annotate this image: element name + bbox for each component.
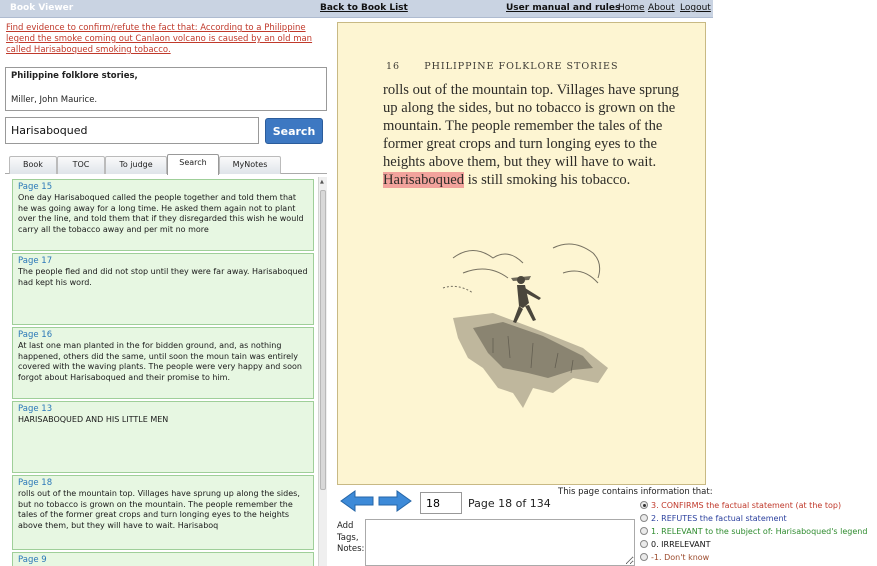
user-manual-link[interactable]: User manual and rules (506, 3, 620, 13)
page-text-after: is still smoking his tobacco. (464, 172, 631, 189)
radio-icon[interactable] (640, 514, 648, 522)
scroll-thumb[interactable] (320, 190, 326, 490)
radio-icon[interactable] (640, 553, 648, 561)
tab-book[interactable]: Book (9, 156, 57, 174)
list-item[interactable]: Page 17 The people fled and did not stop… (12, 253, 314, 325)
logout-link[interactable]: Logout (680, 3, 711, 13)
option-refutes[interactable]: 2. REFUTES the factual statement (640, 514, 787, 523)
judgement-prompt: This page contains information that: (558, 487, 713, 497)
back-to-book-list-link[interactable]: Back to Book List (320, 3, 408, 13)
list-item[interactable]: Page 13 HARISABOQUED AND HIS LITTLE MEN (12, 401, 314, 473)
list-item[interactable]: Page 16 At last one man planted in the f… (12, 327, 314, 399)
option-confirms[interactable]: 3. CONFIRMS the factual statement (at th… (640, 501, 841, 510)
radio-icon[interactable] (640, 527, 648, 535)
scroll-up-icon[interactable]: ▲ (320, 179, 324, 185)
option-label: -1. Don't know (651, 553, 710, 562)
task-statement[interactable]: Find evidence to confirm/refute the fact… (6, 23, 328, 56)
home-link[interactable]: Home (618, 3, 645, 13)
sidebar-tabs: Book TOC To judge Search MyNotes (5, 154, 327, 175)
option-label: 1. RELEVANT to the subject of: Harisaboq… (651, 527, 868, 536)
about-link[interactable]: About (648, 3, 675, 13)
book-page-view: 16 PHILIPPINE FOLKLORE STORIES rolls out… (337, 22, 706, 485)
radio-icon[interactable] (640, 540, 648, 548)
book-author: Miller, John Maurice. (11, 95, 98, 105)
tab-search[interactable]: Search (167, 154, 219, 175)
tab-to-judge[interactable]: To judge (105, 156, 167, 174)
option-relevant[interactable]: 1. RELEVANT to the subject of: Harisaboq… (640, 527, 867, 536)
page-number: 16 (386, 61, 401, 72)
result-page-link[interactable]: Page 16 (18, 330, 308, 341)
running-head: 16 PHILIPPINE FOLKLORE STORIES (386, 61, 619, 72)
result-page-link[interactable]: Page 9 (18, 555, 308, 566)
notes-label: Add Tags, Notes: (337, 521, 365, 554)
option-irrelevant[interactable]: 0. IRRELEVANT (640, 540, 711, 549)
result-snippet: One day Harisaboqued called the people t… (18, 193, 304, 234)
page-text: rolls out of the mountain top. Villages … (383, 81, 693, 190)
page-number-input[interactable] (420, 492, 462, 514)
list-item[interactable]: Page 18 rolls out of the mountain top. V… (12, 475, 314, 550)
radio-icon[interactable] (640, 501, 648, 509)
page-count: Page 18 of 134 (468, 497, 551, 510)
result-snippet: rolls out of the mountain top. Villages … (18, 489, 300, 530)
result-page-link[interactable]: Page 18 (18, 478, 308, 489)
book-title: Philippine folklore stories, (11, 71, 138, 81)
option-label: 0. IRRELEVANT (651, 540, 711, 549)
search-highlight: Harisaboqued (383, 172, 465, 189)
result-page-link[interactable]: Page 15 (18, 182, 308, 193)
option-label: 2. REFUTES the factual statement (651, 514, 787, 523)
page-text-before: rolls out of the mountain top. Villages … (383, 82, 679, 171)
result-snippet: HARISABOQUED AND HIS LITTLE MEN (18, 415, 169, 424)
running-title: PHILIPPINE FOLKLORE STORIES (424, 61, 619, 72)
result-snippet: The people fled and did not stop until t… (18, 267, 308, 287)
search-input[interactable] (5, 117, 259, 144)
previous-page-arrow-icon[interactable] (340, 490, 374, 512)
result-snippet: At last one man planted in the for bidde… (18, 341, 302, 382)
option-dont-know[interactable]: -1. Don't know (640, 553, 709, 562)
tab-toc[interactable]: TOC (57, 156, 105, 174)
tab-mynotes[interactable]: MyNotes (219, 156, 281, 174)
option-label: 3. CONFIRMS the factual statement (at th… (651, 501, 842, 510)
next-page-arrow-icon[interactable] (378, 490, 412, 512)
man-on-rock-illustration-icon (442, 243, 608, 408)
result-page-link[interactable]: Page 17 (18, 256, 308, 267)
search-results-list: Page 15 One day Harisaboqued called the … (10, 177, 318, 566)
app-title: Book Viewer (10, 3, 74, 13)
list-item[interactable]: Page 9 (12, 552, 314, 566)
result-page-link[interactable]: Page 13 (18, 404, 308, 415)
top-bar: Book Viewer Back to Book List User manua… (0, 0, 713, 18)
notes-textarea[interactable] (365, 519, 635, 566)
search-button[interactable]: Search (265, 118, 323, 144)
book-info-box: Philippine folklore stories, Miller, Joh… (5, 67, 327, 111)
list-item[interactable]: Page 15 One day Harisaboqued called the … (12, 179, 314, 251)
results-scrollbar[interactable]: ▲ (318, 177, 327, 566)
